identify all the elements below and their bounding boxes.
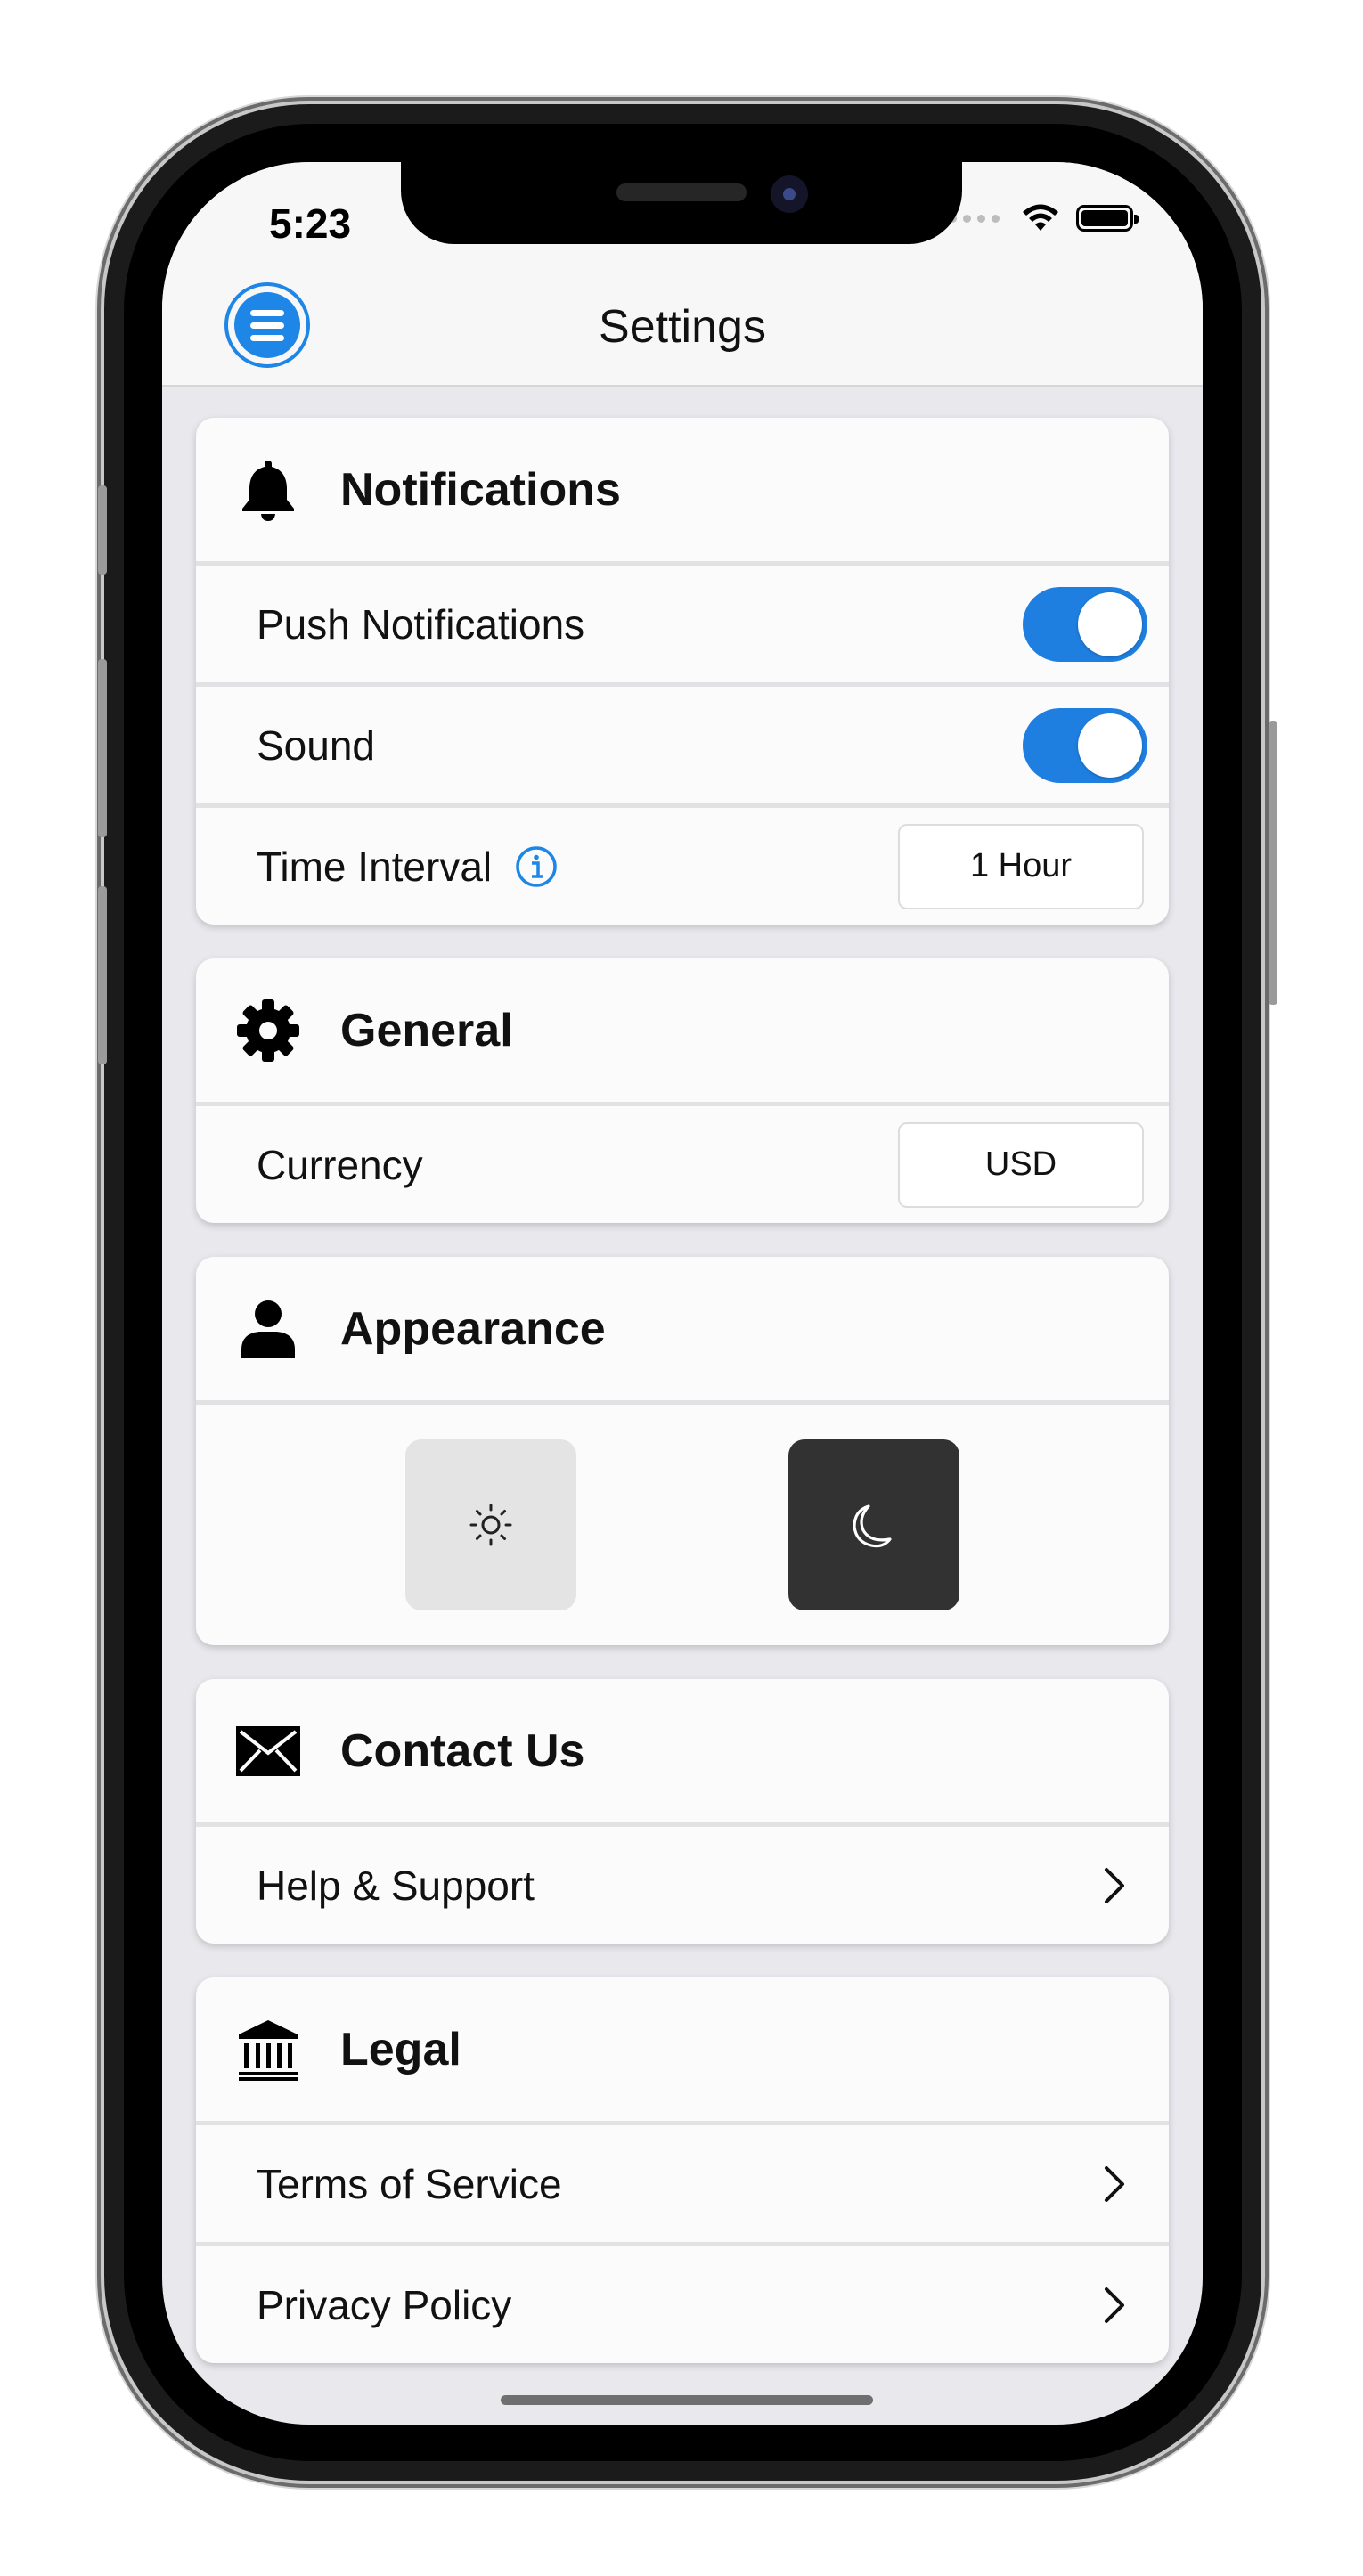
status-indicators (949, 203, 1139, 233)
power-button (1269, 721, 1277, 1005)
info-icon[interactable] (515, 845, 558, 888)
sound-toggle[interactable] (1023, 707, 1147, 783)
push-notifications-label: Push Notifications (257, 600, 585, 648)
wifi-icon (1023, 204, 1058, 231)
terms-of-service-label: Terms of Service (257, 2160, 562, 2207)
push-notifications-toggle[interactable] (1023, 586, 1147, 662)
notifications-title: Notifications (340, 463, 621, 516)
cellular-signal-icon (949, 214, 1000, 223)
time-interval-select[interactable]: 1 Hour (898, 823, 1144, 909)
volume-up-button (98, 659, 107, 837)
person-icon (235, 1296, 301, 1362)
moon-icon (853, 1504, 892, 1548)
sound-row: Sound (196, 687, 1169, 808)
general-header: General (196, 958, 1169, 1106)
push-notifications-row: Push Notifications (196, 566, 1169, 687)
appearance-title: Appearance (340, 1302, 606, 1355)
phone-screen: 5:23 Settings Notifications Push Notific… (162, 162, 1203, 2425)
appearance-card: Appearance (196, 1257, 1169, 1645)
volume-down-button (98, 886, 107, 1064)
legal-header: Legal (196, 1977, 1169, 2125)
chevron-right-icon (1105, 2287, 1124, 2323)
chevron-right-icon (1105, 2165, 1124, 2202)
help-support-label: Help & Support (257, 1862, 535, 1909)
privacy-policy-row[interactable]: Privacy Policy (196, 2246, 1169, 2363)
sun-icon (469, 1504, 512, 1546)
terms-of-service-row[interactable]: Terms of Service (196, 2125, 1169, 2246)
notifications-card: Notifications Push Notifications Sound T… (196, 418, 1169, 925)
speaker (616, 183, 747, 201)
time-interval-label: Time Interval (257, 843, 493, 890)
time-interval-row: Time Interval 1 Hour (196, 808, 1169, 925)
light-theme-button[interactable] (405, 1439, 576, 1610)
status-time: 5:23 (269, 200, 352, 247)
silent-switch (98, 485, 107, 575)
front-camera (771, 175, 808, 213)
legal-card: Legal Terms of Service Privacy Policy (196, 1977, 1169, 2363)
contact-card: Contact Us Help & Support (196, 1679, 1169, 1944)
dark-theme-button[interactable] (788, 1439, 959, 1610)
contact-title: Contact Us (340, 1724, 585, 1777)
sound-label: Sound (257, 721, 376, 769)
chevron-right-icon (1105, 1867, 1124, 1903)
general-card: General Currency USD (196, 958, 1169, 1223)
theme-options (196, 1405, 1169, 1645)
bell-icon (235, 457, 301, 523)
legal-title: Legal (340, 2023, 461, 2075)
notch (401, 162, 962, 244)
privacy-policy-label: Privacy Policy (257, 2281, 512, 2328)
currency-row: Currency USD (196, 1106, 1169, 1223)
page-title: Settings (599, 301, 766, 353)
bank-icon (235, 2017, 301, 2083)
currency-label: Currency (257, 1141, 423, 1188)
general-title: General (340, 1004, 513, 1056)
help-support-row[interactable]: Help & Support (196, 1827, 1169, 1944)
appearance-header: Appearance (196, 1257, 1169, 1405)
contact-header: Contact Us (196, 1679, 1169, 1827)
gear-icon (235, 998, 301, 1064)
settings-list: Notifications Push Notifications Sound T… (196, 418, 1169, 2397)
currency-select[interactable]: USD (898, 1121, 1144, 1208)
notifications-header: Notifications (196, 418, 1169, 566)
envelope-icon (235, 1718, 301, 1784)
home-indicator[interactable] (501, 2395, 873, 2405)
battery-icon (1076, 205, 1139, 232)
